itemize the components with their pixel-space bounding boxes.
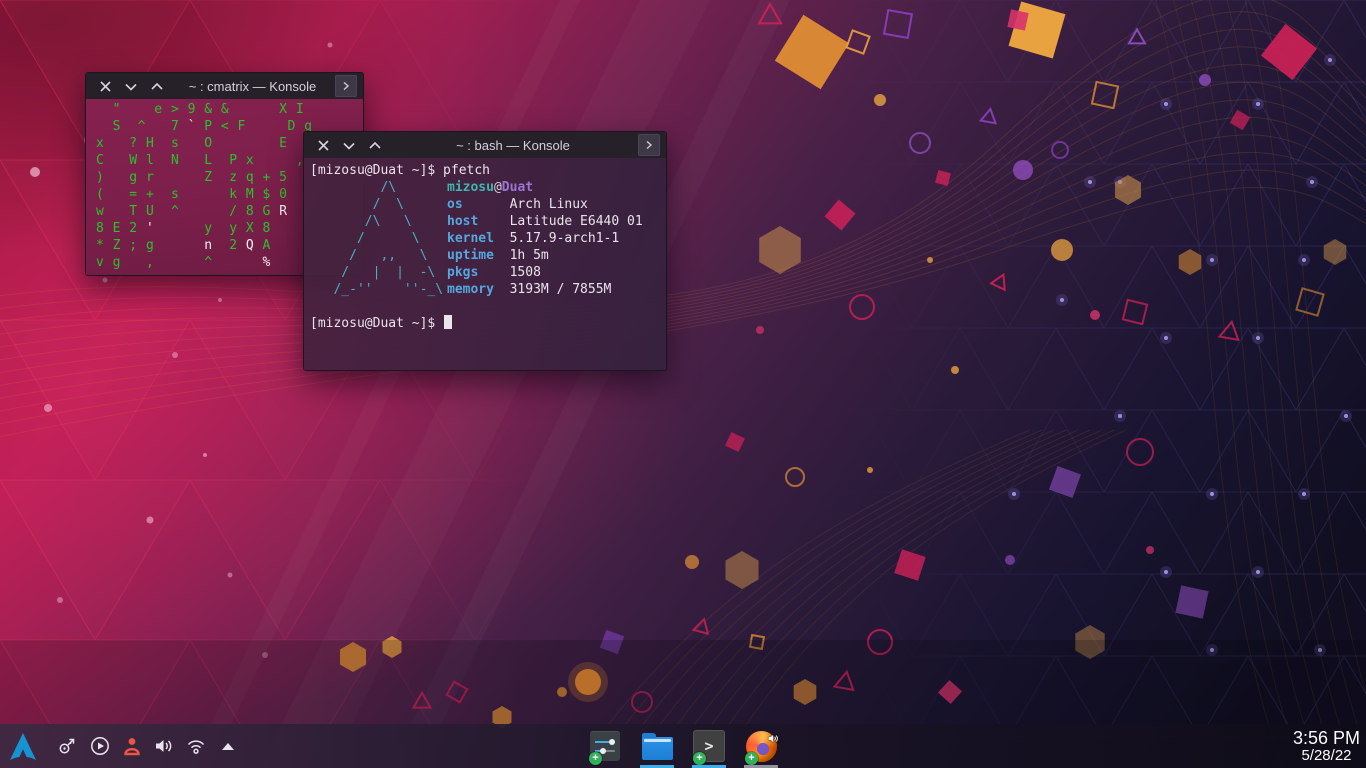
steam-tray-icon[interactable] [56, 735, 79, 758]
volume-tray-icon[interactable] [152, 735, 175, 758]
arch-ascii-art: /_-'' ''-_\ [310, 281, 447, 298]
cmatrix-titlebar[interactable]: ~ : cmatrix — Konsole [86, 73, 363, 99]
desktop: ~ : cmatrix — Konsole " e > 9 & & X I S … [0, 0, 1366, 768]
bash-terminal[interactable]: [mizosu@Duat ~]$ pfetch /\mizosu@Duat / … [304, 158, 666, 371]
clock-time: 3:56 PM [1293, 728, 1360, 748]
pfetch-line: / | | -\pkgs1508 [310, 264, 666, 281]
digital-clock[interactable]: 3:56 PM 5/28/22 [1293, 728, 1360, 764]
arch-linux-icon [8, 731, 38, 761]
task-firefox[interactable] [742, 724, 780, 768]
arch-ascii-art: /\ [310, 179, 447, 196]
toolbox-button[interactable] [638, 134, 660, 156]
terminal-prompt: [mizosu@Duat ~]$ [310, 315, 666, 332]
pinned-badge-icon [693, 752, 706, 765]
task-konsole[interactable]: > [690, 724, 728, 768]
toolbox-button[interactable] [335, 75, 357, 97]
pfetch-line: /\mizosu@Duat [310, 179, 666, 196]
arch-ascii-art: / \ [310, 196, 447, 213]
pinned-badge-icon [589, 752, 602, 765]
arch-ascii-art: /\ \ [310, 213, 447, 230]
media-player-tray-icon[interactable] [88, 735, 111, 758]
bash-window[interactable]: ~ : bash — Konsole [mizosu@Duat ~]$ pfet… [303, 131, 667, 371]
pfetch-line: /_-'' ''-_\memory3193M / 7855M [310, 281, 666, 298]
task-manager: > [586, 724, 780, 768]
tray-expander-icon[interactable] [216, 735, 239, 758]
arch-ascii-art: / ,, \ [310, 247, 447, 264]
network-tray-icon[interactable] [184, 735, 207, 758]
clock-date: 5/28/22 [1293, 748, 1360, 764]
terminal-cursor [444, 315, 452, 329]
pfetch-line: / \kernel5.17.9-arch1-1 [310, 230, 666, 247]
close-icon[interactable] [92, 73, 118, 99]
maximize-icon[interactable] [144, 73, 170, 99]
arch-ascii-art: / | | -\ [310, 264, 447, 281]
window-title: ~ : cmatrix — Konsole [170, 79, 335, 94]
application-launcher-button[interactable] [6, 729, 40, 763]
terminal-line: [mizosu@Duat ~]$ pfetch [310, 162, 666, 179]
window-title: ~ : bash — Konsole [388, 138, 638, 153]
close-icon[interactable] [310, 132, 336, 158]
pfetch-line: /\ \hostLatitude E6440 01 [310, 213, 666, 230]
system-tray [56, 735, 239, 758]
user-presence-tray-icon[interactable] [120, 735, 143, 758]
task-system-settings[interactable] [586, 724, 624, 768]
pinned-badge-icon [745, 752, 758, 765]
bash-titlebar[interactable]: ~ : bash — Konsole [304, 132, 666, 158]
task-file-manager[interactable] [638, 724, 676, 768]
minimize-icon[interactable] [118, 73, 144, 99]
taskbar: > 3:56 PM 5/28/22 [0, 724, 1366, 768]
arch-ascii-art: / \ [310, 230, 447, 247]
folder-icon [642, 737, 673, 760]
pfetch-line: / \osArch Linux [310, 196, 666, 213]
cmatrix-row: " e > 9 & & X I [96, 101, 363, 118]
minimize-icon[interactable] [336, 132, 362, 158]
pfetch-line: / ,, \uptime1h 5m [310, 247, 666, 264]
maximize-icon[interactable] [362, 132, 388, 158]
audio-playing-icon [766, 732, 781, 750]
